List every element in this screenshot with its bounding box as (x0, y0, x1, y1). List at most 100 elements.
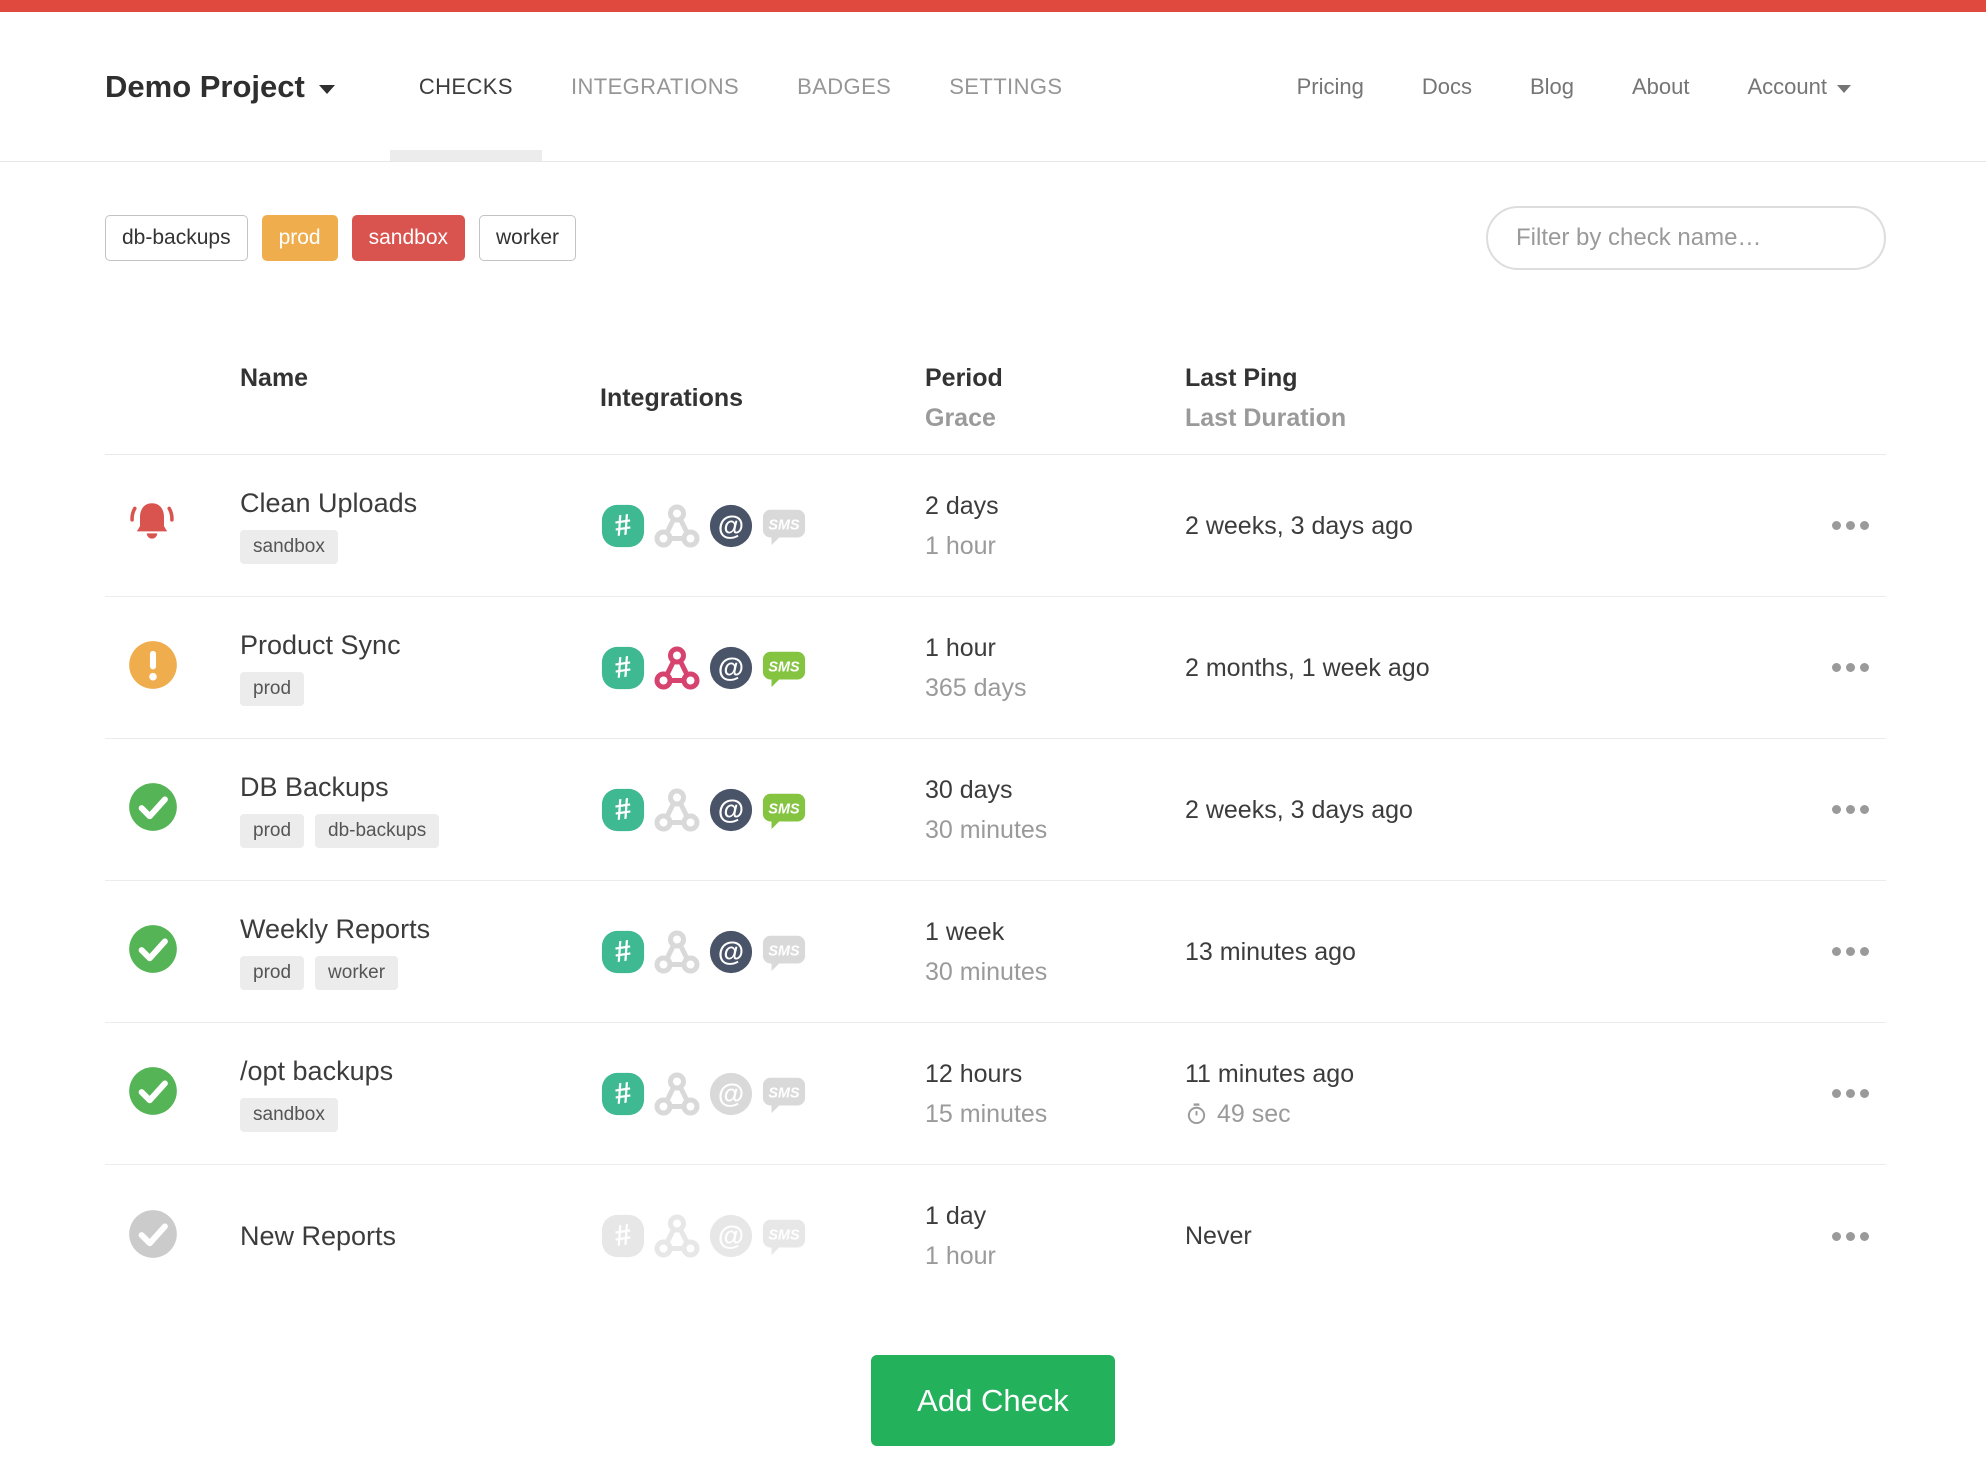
check-name[interactable]: Clean Uploads (240, 488, 600, 519)
integrations-cell: # @ SMS (600, 786, 925, 834)
svg-text:@: @ (718, 1078, 744, 1108)
chevron-down-icon (318, 84, 335, 94)
table-row: New Reports # @ SMS 1 day 1 hour Never (105, 1165, 1886, 1307)
name-cell: Clean Uploads sandbox (240, 488, 600, 564)
row-menu-button[interactable] (1826, 799, 1875, 820)
row-menu-button[interactable] (1826, 1083, 1875, 1104)
check-tag: prod (240, 955, 305, 990)
nav-blog[interactable]: Blog (1530, 74, 1574, 100)
integrations-cell: # @ SMS (600, 928, 925, 976)
tab-checks[interactable]: CHECKS (389, 12, 543, 161)
webhook-icon (653, 1212, 701, 1260)
project-switcher[interactable]: Demo Project (105, 12, 335, 161)
tag-filter-worker[interactable]: worker (479, 215, 577, 261)
menu-column-header (1826, 358, 1886, 438)
add-check-button[interactable]: Add Check (871, 1355, 1115, 1446)
menu-cell (1826, 799, 1886, 820)
last-ping-cell: 11 minutes ago 49 sec (1185, 1054, 1826, 1134)
email-icon: @ (708, 503, 754, 549)
slack-icon: # (600, 1071, 646, 1117)
grace-value: 30 minutes (925, 815, 1048, 844)
row-menu-button[interactable] (1826, 515, 1875, 536)
svg-text:SMS: SMS (768, 801, 800, 817)
status-cell (105, 781, 240, 838)
period-cell: 1 hour 365 days (925, 628, 1185, 708)
last-ping-value: Never (1185, 1222, 1252, 1250)
checks-table: Name Integrations Period Grace Last Ping… (105, 358, 1886, 1307)
status-cell (105, 498, 240, 553)
sms-icon: SMS (761, 929, 807, 975)
sms-icon: SMS (761, 645, 807, 691)
webhook-icon (653, 928, 701, 976)
check-tags: prod (240, 671, 600, 706)
slack-icon: # (600, 1213, 646, 1259)
period-cell: 1 day 1 hour (925, 1196, 1185, 1276)
grace-value: 30 minutes (925, 957, 1048, 986)
name-cell: DB Backups prod db-backups (240, 772, 600, 848)
tag-filter-db-backups[interactable]: db-backups (105, 215, 248, 261)
nav-docs[interactable]: Docs (1422, 74, 1472, 100)
last-ping-cell: 13 minutes ago (1185, 932, 1826, 972)
last-ping-value: 13 minutes ago (1185, 937, 1356, 966)
account-menu[interactable]: Account (1747, 73, 1851, 100)
integrations-cell: # @ SMS (600, 1070, 925, 1118)
check-name-filter-input[interactable] (1486, 206, 1886, 270)
account-label: Account (1747, 73, 1828, 99)
row-menu-button[interactable] (1826, 657, 1875, 678)
nav-pricing[interactable]: Pricing (1297, 74, 1364, 100)
duration-text: 49 sec (1217, 1099, 1291, 1128)
status-cell (105, 1065, 240, 1122)
last-ping-value: 2 months, 1 week ago (1185, 653, 1430, 682)
svg-text:SMS: SMS (768, 517, 800, 533)
check-name[interactable]: /opt backups (240, 1056, 600, 1087)
tab-badges[interactable]: BADGES (768, 12, 920, 161)
menu-cell (1826, 1226, 1886, 1247)
name-cell: /opt backups sandbox (240, 1056, 600, 1132)
period-value: 1 day (925, 1202, 987, 1230)
nav-about[interactable]: About (1632, 74, 1690, 100)
chevron-down-icon (1837, 84, 1851, 93)
integrations-cell: # @ SMS (600, 1212, 925, 1260)
webhook-icon (653, 644, 701, 692)
tab-integrations[interactable]: INTEGRATIONS (542, 12, 768, 161)
check-name[interactable]: New Reports (240, 1221, 600, 1252)
table-row: Product Sync prod # @ SMS 1 hour 365 days … (105, 597, 1886, 739)
svg-text:SMS: SMS (768, 659, 800, 675)
tab-settings[interactable]: SETTINGS (920, 12, 1091, 161)
tag-filters: db-backups prod sandbox worker (105, 215, 577, 261)
row-menu-button[interactable] (1826, 1226, 1875, 1247)
webhook-icon (653, 502, 701, 550)
email-icon: @ (708, 929, 754, 975)
last-ping-cell: 2 weeks, 3 days ago (1185, 506, 1826, 546)
project-name: Demo Project (105, 68, 305, 104)
check-name[interactable]: DB Backups (240, 772, 600, 803)
slack-icon: # (600, 929, 646, 975)
last-ping-value: 11 minutes ago (1185, 1059, 1355, 1088)
table-body: Clean Uploads sandbox # @ SMS 2 days 1 hou… (105, 455, 1886, 1307)
menu-cell (1826, 941, 1886, 962)
slack-icon: # (600, 645, 646, 691)
last-ping-header-label: Last Ping (1185, 364, 1298, 392)
check-tags: sandbox (240, 1097, 600, 1132)
tag-filter-sandbox[interactable]: sandbox (351, 215, 466, 261)
tag-filter-prod[interactable]: prod (261, 215, 338, 261)
svg-text:@: @ (718, 510, 744, 540)
table-row: DB Backups prod db-backups # @ SMS 30 days … (105, 739, 1886, 881)
table-row: /opt backups sandbox # @ SMS 12 hours 15 m… (105, 1023, 1886, 1165)
svg-text:@: @ (718, 1221, 744, 1251)
status-column-header (105, 358, 240, 438)
sms-icon: SMS (761, 787, 807, 833)
svg-text:SMS: SMS (768, 1085, 800, 1101)
grace-value: 1 hour (925, 531, 996, 560)
svg-text:@: @ (718, 936, 744, 966)
period-value: 30 days (925, 775, 1013, 804)
top-banner (0, 0, 1986, 12)
check-name[interactable]: Weekly Reports (240, 914, 600, 945)
row-menu-button[interactable] (1826, 941, 1875, 962)
check-name[interactable]: Product Sync (240, 630, 600, 661)
last-duration-value: 49 sec (1185, 1094, 1826, 1134)
period-column-header: Period Grace (925, 358, 1185, 438)
name-cell: Weekly Reports prod worker (240, 914, 600, 990)
period-header-label: Period (925, 364, 1003, 392)
status-icon (127, 639, 179, 696)
